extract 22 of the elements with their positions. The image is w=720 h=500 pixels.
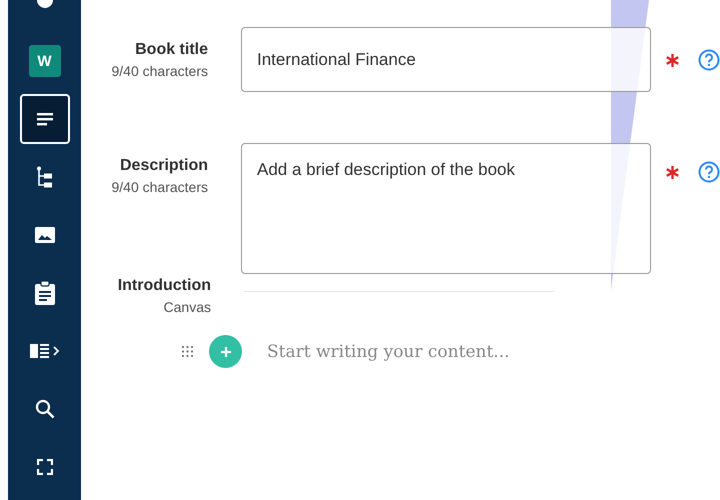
help-icon[interactable] [698,49,720,71]
field-label: Description [120,156,208,176]
tree-icon [36,166,54,188]
character-count: 9/40 characters [112,62,208,81]
sidebar-button[interactable] [20,94,70,144]
workspace-badge[interactable]: W [20,36,70,86]
panel-toggle-icon [30,343,60,359]
image-icon [34,227,54,243]
title-field[interactable]: International Finance [241,27,651,92]
help-icon[interactable] [698,161,720,183]
section-subtitle: Canvas [164,298,211,317]
character-count: 9/40 characters [112,178,208,197]
description-field[interactable]: Add a brief description of the book [241,143,651,274]
plus-icon [220,346,232,358]
fullscreen-icon [36,459,52,475]
drag-handle-icon[interactable] [182,346,193,357]
field-label: Book title [135,40,208,60]
text-lines-icon [36,112,54,126]
content-editor[interactable]: Start writing your content... [267,342,567,362]
section-title: Introduction [118,276,211,296]
clipboard-icon [34,281,54,305]
search-icon [34,399,54,419]
